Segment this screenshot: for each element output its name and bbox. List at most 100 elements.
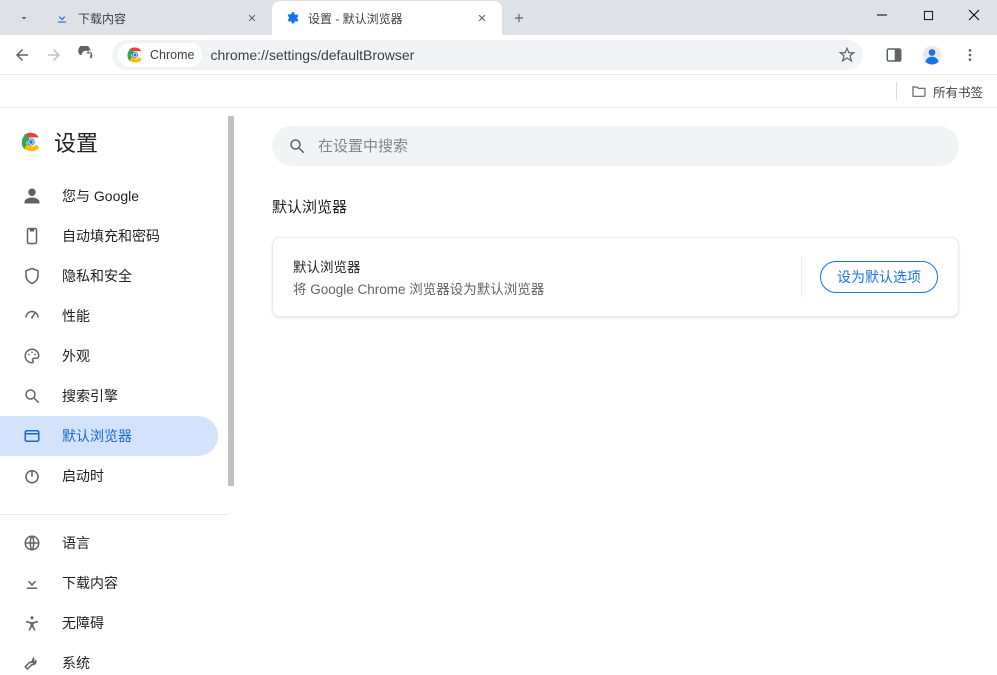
settings-main: 默认浏览器 默认浏览器 将 Google Chrome 浏览器设为默认浏览器 设… [234, 108, 997, 675]
sidebar-item-languages[interactable]: 语言 [0, 523, 218, 563]
nav-forward-button[interactable] [40, 41, 68, 69]
bookmark-star-button[interactable] [837, 45, 857, 65]
tab-close-button[interactable] [474, 10, 490, 26]
sidebar-item-label: 性能 [62, 306, 90, 326]
window-close[interactable] [951, 0, 997, 30]
maximize-icon [923, 10, 934, 21]
sidebar-item-label: 隐私和安全 [62, 266, 132, 286]
window-minimize[interactable] [859, 0, 905, 30]
search-icon [288, 137, 306, 155]
chevron-down-icon [18, 12, 30, 24]
sidebar-item-downloads[interactable]: 下载内容 [0, 563, 218, 603]
wrench-icon [22, 653, 42, 673]
reload-icon [77, 46, 95, 64]
window-maximize[interactable] [905, 0, 951, 30]
card-subtitle: 将 Google Chrome 浏览器设为默认浏览器 [293, 278, 544, 298]
settings-title: 设置 [54, 126, 98, 158]
sidebar-item-appearance[interactable]: 外观 [0, 336, 218, 376]
sidebar-list-secondary: 语言 下载内容 无障碍 系统 [0, 523, 228, 675]
close-icon [968, 9, 980, 21]
profile-button[interactable] [919, 42, 945, 68]
set-default-button[interactable]: 设为默认选项 [820, 261, 938, 293]
sidebar-item-label: 系统 [62, 653, 90, 673]
bookmarks-bar: 所有书签 [0, 75, 997, 108]
autofill-icon [22, 226, 42, 246]
arrow-right-icon [45, 46, 63, 64]
plus-icon [512, 11, 526, 25]
power-icon [22, 466, 42, 486]
globe-icon [22, 533, 42, 553]
palette-icon [22, 346, 42, 366]
site-chip-label: Chrome [150, 48, 194, 62]
title-bar: 下载内容 设置 - 默认浏览器 [0, 0, 997, 35]
toolbar-actions [875, 42, 989, 68]
browser-icon [22, 426, 42, 446]
chrome-logo-icon [20, 131, 42, 153]
settings-search-input[interactable] [318, 138, 943, 155]
sidebar-item-accessibility[interactable]: 无障碍 [0, 603, 218, 643]
tab-strip: 下载内容 设置 - 默认浏览器 [0, 0, 536, 35]
profile-icon [922, 45, 942, 65]
tab-settings[interactable]: 设置 - 默认浏览器 [272, 1, 502, 35]
shield-icon [22, 266, 42, 286]
url-text: chrome://settings/defaultBrowser [210, 47, 837, 63]
close-icon [247, 13, 257, 23]
sidebar-item-privacy[interactable]: 隐私和安全 [0, 256, 218, 296]
tab-title: 下载内容 [78, 10, 244, 27]
settings-search[interactable] [272, 126, 959, 166]
chrome-logo-icon [126, 46, 144, 64]
sidebar-item-performance[interactable]: 性能 [0, 296, 218, 336]
nav-back-button[interactable] [8, 41, 36, 69]
sidebar-item-label: 外观 [62, 346, 90, 366]
sidebar-item-label: 您与 Google [62, 186, 139, 206]
sidebar-item-label: 启动时 [62, 466, 104, 486]
tab-search-dropdown[interactable] [10, 4, 38, 32]
download-icon [22, 573, 42, 593]
sidebar-item-autofill[interactable]: 自动填充和密码 [0, 216, 218, 256]
person-icon [22, 186, 42, 206]
minimize-icon [876, 9, 888, 21]
sidebar-list: 您与 Google 自动填充和密码 隐私和安全 性能 外观 搜索引擎 默认浏览器… [0, 176, 228, 506]
settings-sidebar: 设置 您与 Google 自动填充和密码 隐私和安全 性能 外观 搜索引擎 默认… [0, 108, 234, 675]
sidebar-item-on-startup[interactable]: 启动时 [0, 456, 218, 496]
more-vert-icon [962, 47, 978, 63]
default-browser-card: 默认浏览器 将 Google Chrome 浏览器设为默认浏览器 设为默认选项 [272, 237, 959, 317]
download-icon [54, 10, 70, 26]
site-chip[interactable]: Chrome [118, 43, 202, 67]
close-icon [477, 13, 487, 23]
sidebar-item-label: 搜索引擎 [62, 386, 118, 406]
tab-downloads[interactable]: 下载内容 [42, 1, 272, 35]
card-title: 默认浏览器 [293, 256, 544, 276]
side-panel-button[interactable] [881, 42, 907, 68]
address-bar[interactable]: Chrome chrome://settings/defaultBrowser [112, 40, 863, 70]
accessibility-icon [22, 613, 42, 633]
search-icon [22, 386, 42, 406]
gauge-icon [22, 306, 42, 326]
nav-reload-button[interactable] [72, 41, 100, 69]
all-bookmarks-button[interactable]: 所有书签 [911, 82, 983, 101]
sidebar-item-search-engine[interactable]: 搜索引擎 [0, 376, 218, 416]
tab-title: 设置 - 默认浏览器 [308, 10, 474, 27]
card-action: 设为默认选项 [801, 257, 938, 297]
menu-button[interactable] [957, 42, 983, 68]
sidebar-item-label: 无障碍 [62, 613, 104, 633]
sidebar-item-label: 自动填充和密码 [62, 226, 160, 246]
settings-header: 设置 [0, 108, 228, 176]
all-bookmarks-label: 所有书签 [933, 82, 983, 101]
folder-icon [911, 83, 927, 99]
side-panel-icon [885, 46, 903, 64]
sidebar-item-label: 默认浏览器 [62, 426, 132, 446]
divider [0, 514, 228, 515]
sidebar-item-default-browser[interactable]: 默认浏览器 [0, 416, 218, 456]
divider [896, 82, 897, 100]
sidebar-item-system[interactable]: 系统 [0, 643, 218, 675]
tab-close-button[interactable] [244, 10, 260, 26]
sidebar-item-you-and-google[interactable]: 您与 Google [0, 176, 218, 216]
sidebar-item-label: 下载内容 [62, 573, 118, 593]
settings-content: 设置 您与 Google 自动填充和密码 隐私和安全 性能 外观 搜索引擎 默认… [0, 108, 997, 675]
new-tab-button[interactable] [505, 4, 533, 32]
card-text: 默认浏览器 将 Google Chrome 浏览器设为默认浏览器 [293, 256, 544, 298]
gear-icon [284, 10, 300, 26]
sidebar-item-label: 语言 [62, 533, 90, 553]
scrollbar-thumb[interactable] [228, 116, 234, 486]
